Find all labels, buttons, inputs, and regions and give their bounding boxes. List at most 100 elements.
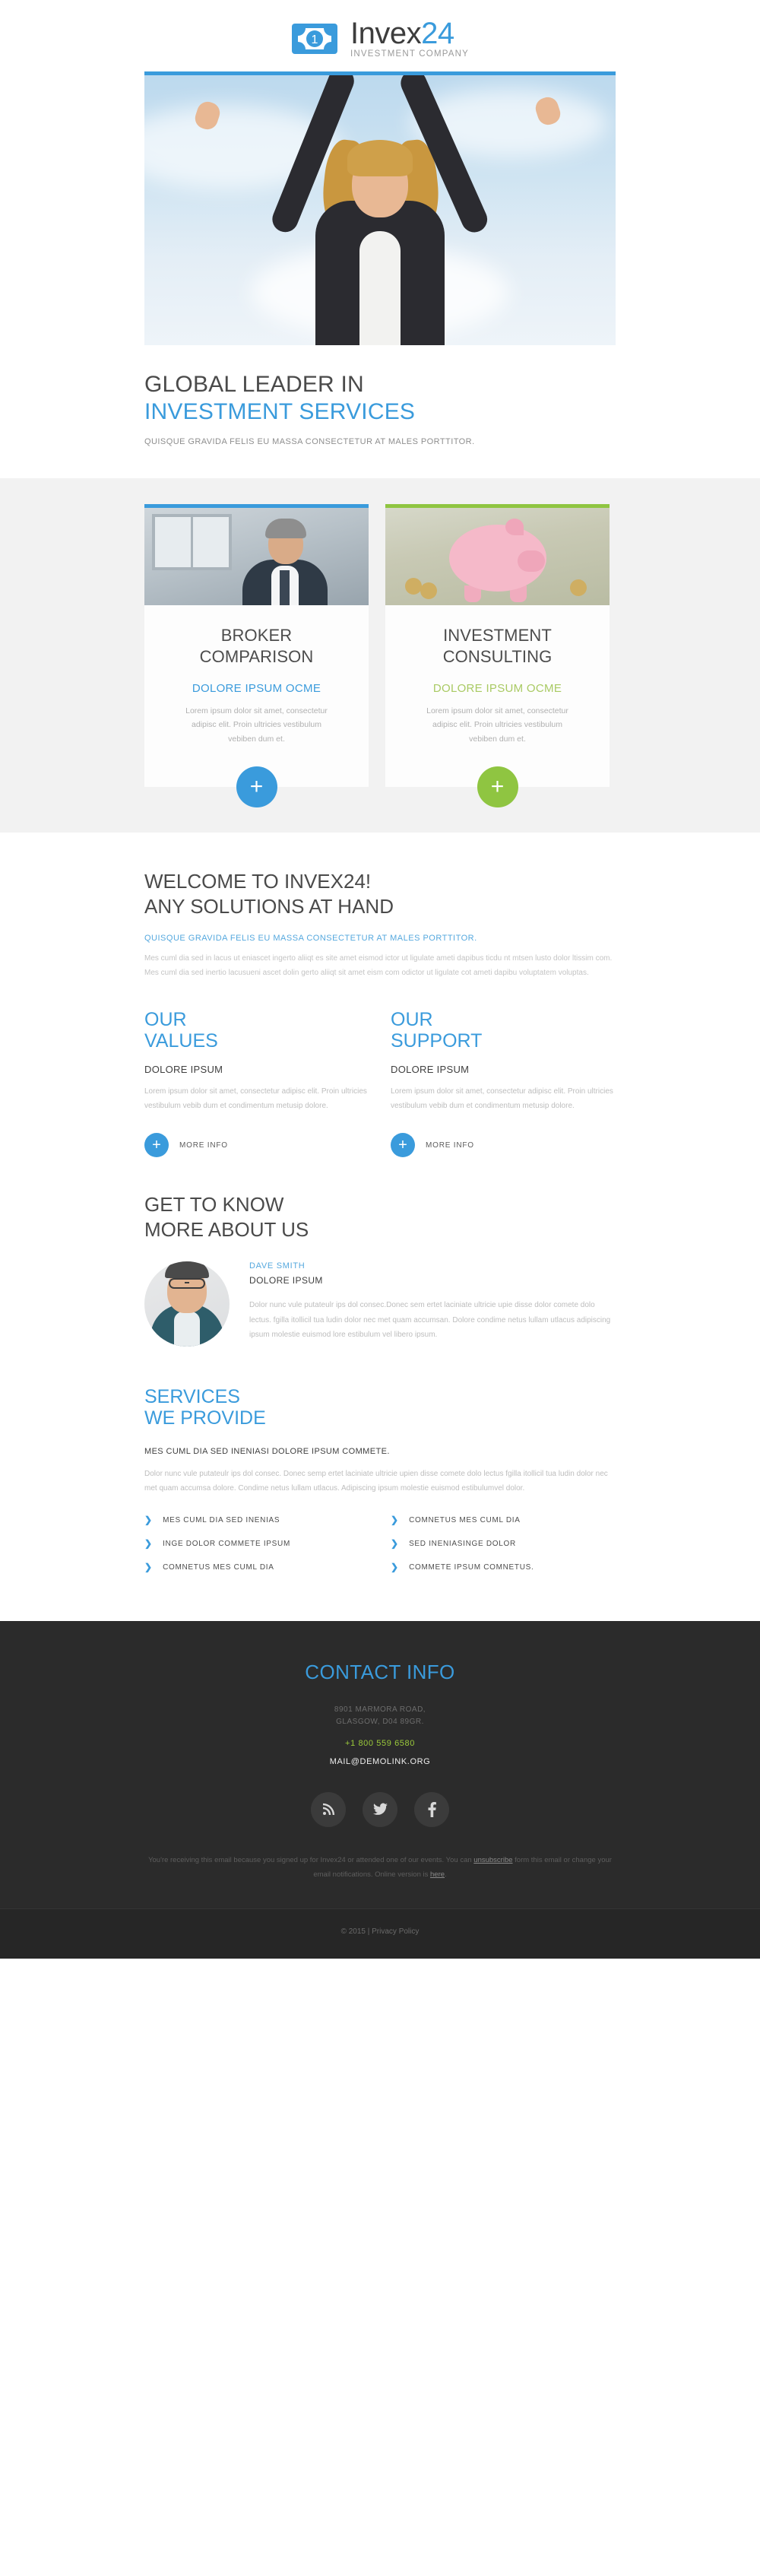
card-body: INVESTMENT CONSULTING DOLORE IPSUM OCME … xyxy=(385,605,610,746)
legal-disclaimer: You're receiving this email because you … xyxy=(144,1853,616,1908)
more-info-label: MORE INFO xyxy=(426,1140,474,1150)
card-plus-button[interactable]: + xyxy=(236,766,277,807)
card-title: INVESTMENT CONSULTING xyxy=(402,625,593,668)
brand-logo[interactable]: 1 Invex24 INVESTMENT COMPANY xyxy=(291,18,469,59)
more-info-button-values[interactable]: + MORE INFO xyxy=(144,1133,369,1157)
more-info-label: MORE INFO xyxy=(179,1140,228,1150)
about-heading: GET TO KNOW MORE ABOUT US xyxy=(144,1192,616,1242)
chevron-right-icon: ❯ xyxy=(144,1562,153,1572)
card-text: Lorem ipsum dolor sit amet, consectetur … xyxy=(185,706,328,744)
services-kicker: MES CUML DIA SED INENIASI DOLORE IPSUM C… xyxy=(144,1447,390,1456)
footer-email[interactable]: MAIL@DEMOLINK.ORG xyxy=(144,1757,616,1766)
twitter-icon[interactable] xyxy=(363,1792,397,1827)
plus-icon: + xyxy=(391,1133,415,1157)
list-item-label: SED INENIASINGE DOLOR xyxy=(409,1539,516,1548)
contact-info-heading: CONTACT INFO xyxy=(305,1661,455,1683)
more-info-button-support[interactable]: + MORE INFO xyxy=(391,1133,616,1157)
about-person-row: DAVE SMITH DOLORE IPSUM Dolor nunc vule … xyxy=(144,1261,616,1347)
hero-image xyxy=(144,75,616,345)
about-heading-line1: GET TO KNOW xyxy=(144,1193,284,1216)
copyright-text: © 2015 | Privacy Policy xyxy=(340,1927,420,1936)
list-item-label: COMNETUS MES CUML DIA xyxy=(409,1515,521,1524)
column-heading-line2: SUPPORT xyxy=(391,1030,483,1052)
about-section: GET TO KNOW MORE ABOUT US DAVE SMITH DOL… xyxy=(0,1157,760,1347)
services-heading-line1: SERVICES xyxy=(144,1386,240,1407)
legal-part-4: . xyxy=(445,1870,447,1880)
list-item[interactable]: ❯ COMNETUS MES CUML DIA xyxy=(391,1515,616,1524)
welcome-body: Mes cuml dia sed in lacus ut eniascet in… xyxy=(144,954,613,977)
card-title-line2: COMPARISON xyxy=(199,647,314,667)
column-heading-line1: OUR xyxy=(391,1009,433,1030)
card-image-broker xyxy=(144,507,369,605)
services-heading-line2: WE PROVIDE xyxy=(144,1407,266,1429)
legal-part-2: or attended one of our events. You can xyxy=(345,1856,474,1864)
column-our-values: OUR VALUES DOLORE IPSUM Lorem ipsum dolo… xyxy=(144,1009,369,1157)
social-links xyxy=(144,1792,616,1827)
card-text: Lorem ipsum dolor sit amet, consectetur … xyxy=(426,706,568,744)
card-plus-button[interactable]: + xyxy=(477,766,518,807)
welcome-heading: WELCOME TO INVEX24! ANY SOLUTIONS AT HAN… xyxy=(144,869,616,918)
card-title-line1: BROKER xyxy=(220,625,293,645)
shirt xyxy=(359,230,401,345)
page-title: GLOBAL LEADER IN INVESTMENT SERVICES xyxy=(144,371,616,427)
brand-text: Invex24 INVESTMENT COMPANY xyxy=(350,18,469,59)
column-subheading: DOLORE IPSUM xyxy=(144,1064,223,1075)
legal-brand: Invex24 xyxy=(320,1856,346,1864)
card-title-line1: INVESTMENT xyxy=(443,625,552,645)
column-heading: OUR VALUES xyxy=(144,1009,369,1052)
column-heading-line2: VALUES xyxy=(144,1030,218,1052)
footer-address: 8901 MARMORA ROAD, GLASGOW, D04 89GR. xyxy=(144,1704,616,1728)
card-body: BROKER COMPARISON DOLORE IPSUM OCME Lore… xyxy=(144,605,369,746)
footer-phone[interactable]: +1 800 559 6580 xyxy=(144,1739,616,1748)
hero-banner xyxy=(0,71,760,345)
chevron-right-icon: ❯ xyxy=(144,1538,153,1549)
list-item[interactable]: ❯ INGE DOLOR COMMETE IPSUM xyxy=(144,1539,369,1548)
list-item-label: COMMETE IPSUM COMNETUS. xyxy=(409,1562,534,1572)
facebook-icon[interactable] xyxy=(414,1792,449,1827)
brand-name-accent: 24 xyxy=(421,17,454,50)
footer: CONTACT INFO 8901 MARMORA ROAD, GLASGOW,… xyxy=(0,1621,760,1959)
column-heading: OUR SUPPORT xyxy=(391,1009,616,1052)
column-text: Lorem ipsum dolor sit amet, consectetur … xyxy=(391,1087,613,1110)
person-name: DAVE SMITH xyxy=(249,1261,306,1271)
banknote-icon: 1 xyxy=(291,23,338,55)
values-support-section: OUR VALUES DOLORE IPSUM Lorem ipsum dolo… xyxy=(0,980,760,1157)
list-item[interactable]: ❯ COMMETE IPSUM COMNETUS. xyxy=(391,1562,616,1572)
unsubscribe-link[interactable]: unsubscribe xyxy=(473,1856,512,1864)
column-subheading: DOLORE IPSUM xyxy=(391,1064,470,1075)
services-list-right: ❯ COMNETUS MES CUML DIA ❯ SED INENIASING… xyxy=(391,1515,616,1586)
plus-icon: + xyxy=(144,1133,169,1157)
hero-figure xyxy=(192,75,563,345)
about-body: Dolor nunc vule putateulr ips dol consec… xyxy=(249,1301,611,1339)
person-role: DOLORE IPSUM xyxy=(249,1275,323,1286)
chevron-right-icon: ❯ xyxy=(391,1538,399,1549)
hero-copy: GLOBAL LEADER IN INVESTMENT SERVICES QUI… xyxy=(0,344,760,478)
card-broker-comparison[interactable]: BROKER COMPARISON DOLORE IPSUM OCME Lore… xyxy=(144,503,369,807)
list-item[interactable]: ❯ COMNETUS MES CUML DIA xyxy=(144,1562,369,1572)
feature-cards-section: BROKER COMPARISON DOLORE IPSUM OCME Lore… xyxy=(0,477,760,833)
welcome-section: WELCOME TO INVEX24! ANY SOLUTIONS AT HAN… xyxy=(0,833,760,980)
card-kicker: DOLORE IPSUM OCME xyxy=(192,681,321,695)
svg-text:1: 1 xyxy=(312,33,318,46)
list-item[interactable]: ❯ SED INENIASINGE DOLOR xyxy=(391,1539,616,1548)
legal-part-1: You're receiving this email because you … xyxy=(148,1856,321,1864)
chevron-right-icon: ❯ xyxy=(391,1515,399,1525)
card-title: BROKER COMPARISON xyxy=(161,625,352,668)
welcome-heading-line2: ANY SOLUTIONS AT HAND xyxy=(144,894,394,918)
online-version-link[interactable]: here xyxy=(430,1870,445,1879)
services-text: Dolor nunc vule putateulr ips dol consec… xyxy=(144,1470,608,1493)
column-our-support: OUR SUPPORT DOLORE IPSUM Lorem ipsum dol… xyxy=(391,1009,616,1157)
avatar xyxy=(144,1261,230,1347)
feature-cards-row: BROKER COMPARISON DOLORE IPSUM OCME Lore… xyxy=(144,503,616,807)
rss-icon[interactable] xyxy=(311,1792,346,1827)
card-investment-consulting[interactable]: INVESTMENT CONSULTING DOLORE IPSUM OCME … xyxy=(385,503,610,807)
welcome-kicker: QUISQUE GRAVIDA FELIS EU MASSA CONSECTET… xyxy=(144,934,477,943)
email-newsletter-page: 1 Invex24 INVESTMENT COMPANY GLOBAL LEAD… xyxy=(0,0,760,1959)
list-item[interactable]: ❯ MES CUML DIA SED INENIAS xyxy=(144,1515,369,1524)
column-heading-line1: OUR xyxy=(144,1009,187,1030)
hair-top xyxy=(347,139,413,176)
chevron-right-icon: ❯ xyxy=(144,1515,153,1525)
about-person-text: DAVE SMITH DOLORE IPSUM Dolor nunc vule … xyxy=(249,1261,616,1343)
brand-name-dark: Invex xyxy=(350,17,422,50)
hero-subtitle: QUISQUE GRAVIDA FELIS EU MASSA CONSECTET… xyxy=(144,436,475,446)
